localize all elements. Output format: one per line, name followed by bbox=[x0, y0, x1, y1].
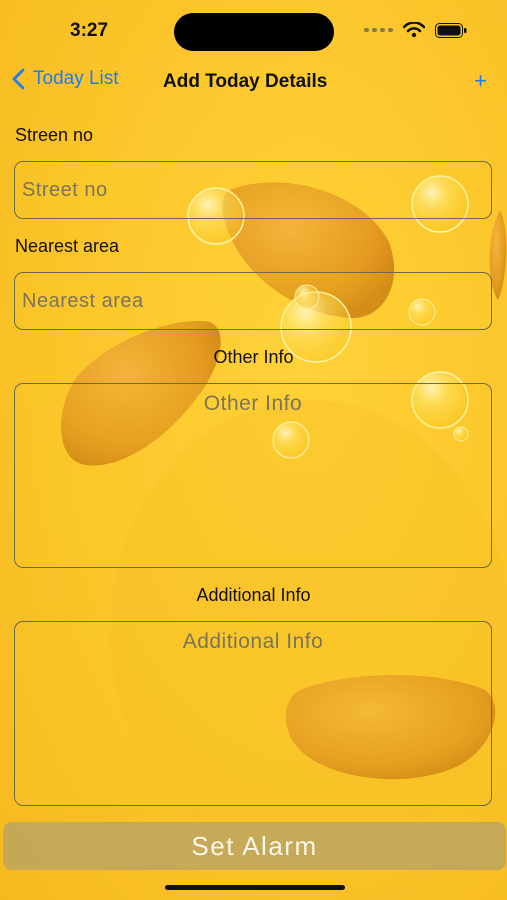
set-alarm-button[interactable]: Set Alarm bbox=[3, 822, 506, 870]
additional-info-field-container bbox=[14, 621, 492, 806]
back-button-label: Today List bbox=[33, 68, 119, 89]
home-indicator bbox=[165, 885, 345, 890]
nearest-area-input[interactable] bbox=[15, 273, 491, 329]
back-button[interactable]: Today List bbox=[12, 68, 119, 90]
wifi-icon bbox=[403, 22, 425, 38]
other-info-field-container bbox=[14, 383, 492, 568]
status-indicators bbox=[364, 22, 467, 38]
dynamic-island bbox=[174, 13, 334, 51]
nearest-area-field-container bbox=[14, 272, 492, 330]
add-today-details-screen: 3:27 Today List Add Today Details + Stre… bbox=[0, 0, 507, 900]
other-info-label: Other Info bbox=[213, 347, 294, 367]
other-info-textarea[interactable] bbox=[15, 384, 491, 567]
street-input[interactable] bbox=[15, 162, 491, 218]
status-time: 3:27 bbox=[70, 20, 109, 41]
additional-info-label: Additional Info bbox=[196, 585, 311, 605]
nearest-area-label: Nearest area bbox=[15, 236, 120, 256]
battery-icon bbox=[435, 22, 467, 38]
additional-info-textarea[interactable] bbox=[15, 622, 491, 805]
page-title: Add Today Details bbox=[163, 71, 328, 92]
navigation-bar: Today List Add Today Details + bbox=[0, 62, 507, 102]
cellular-signal-icon bbox=[364, 28, 393, 32]
street-field-container bbox=[14, 161, 492, 219]
chevron-left-icon bbox=[12, 68, 25, 90]
add-button[interactable]: + bbox=[474, 68, 487, 94]
street-label: Streen no bbox=[15, 125, 94, 145]
